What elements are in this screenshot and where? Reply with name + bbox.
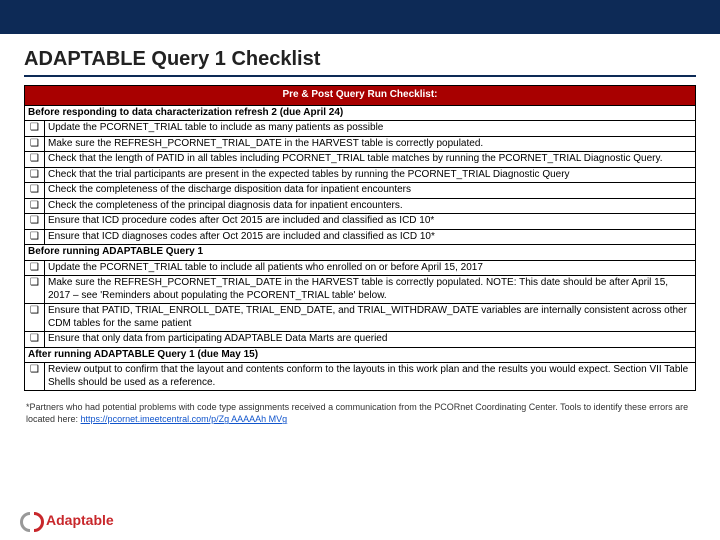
item-text: Ensure that only data from participating…	[45, 332, 696, 348]
checkbox-icon: ❑	[25, 183, 45, 199]
checklist-item: ❑Check the completeness of the principal…	[25, 198, 696, 214]
checkbox-icon: ❑	[25, 167, 45, 183]
section-label: Before running ADAPTABLE Query 1	[25, 245, 696, 261]
item-text: Check that the length of PATID in all ta…	[45, 152, 696, 168]
checklist-item: ❑Make sure the REFRESH_PCORNET_TRIAL_DAT…	[25, 136, 696, 152]
item-text: Update the PCORNET_TRIAL table to includ…	[45, 121, 696, 137]
top-bar	[0, 0, 720, 34]
section-label: Before responding to data characterizati…	[25, 105, 696, 121]
checklist-item: ❑Ensure that ICD procedure codes after O…	[25, 214, 696, 230]
checklist-item: ❑Ensure that only data from participatin…	[25, 332, 696, 348]
checklist-item: ❑Update the PCORNET_TRIAL table to inclu…	[25, 260, 696, 276]
table-header-row: Pre & Post Query Run Checklist:	[25, 86, 696, 106]
page-title: ADAPTABLE Query 1 Checklist	[24, 48, 696, 77]
checkbox-icon: ❑	[25, 276, 45, 304]
item-text: Make sure the REFRESH_PCORNET_TRIAL_DATE…	[45, 136, 696, 152]
checkbox-icon: ❑	[25, 214, 45, 230]
checkbox-icon: ❑	[25, 121, 45, 137]
adaptable-logo-icon	[20, 510, 40, 530]
item-text: Make sure the REFRESH_PCORNET_TRIAL_DATE…	[45, 276, 696, 304]
item-text: Check the completeness of the discharge …	[45, 183, 696, 199]
checkbox-icon: ❑	[25, 332, 45, 348]
section-label: After running ADAPTABLE Query 1 (due May…	[25, 347, 696, 363]
checkbox-icon: ❑	[25, 363, 45, 391]
footer: Adaptable	[20, 510, 114, 530]
brand-name: Adaptable	[46, 512, 114, 528]
checklist-table: Pre & Post Query Run Checklist: Before r…	[24, 85, 696, 391]
section-row: After running ADAPTABLE Query 1 (due May…	[25, 347, 696, 363]
checkbox-icon: ❑	[25, 198, 45, 214]
checkbox-icon: ❑	[25, 136, 45, 152]
footnote: *Partners who had potential problems wit…	[24, 401, 696, 425]
item-text: Ensure that PATID, TRIAL_ENROLL_DATE, TR…	[45, 304, 696, 332]
checklist-item: ❑Check that the trial participants are p…	[25, 167, 696, 183]
section-row: Before responding to data characterizati…	[25, 105, 696, 121]
item-text: Review output to confirm that the layout…	[45, 363, 696, 391]
item-text: Update the PCORNET_TRIAL table to includ…	[45, 260, 696, 276]
item-text: Check that the trial participants are pr…	[45, 167, 696, 183]
checkbox-icon: ❑	[25, 229, 45, 245]
table-header-cell: Pre & Post Query Run Checklist:	[25, 86, 696, 106]
checklist-item: ❑Check that the length of PATID in all t…	[25, 152, 696, 168]
checklist-item: ❑Review output to confirm that the layou…	[25, 363, 696, 391]
checkbox-icon: ❑	[25, 260, 45, 276]
section-row: Before running ADAPTABLE Query 1	[25, 245, 696, 261]
checklist-item: ❑Make sure the REFRESH_PCORNET_TRIAL_DAT…	[25, 276, 696, 304]
item-text: Check the completeness of the principal …	[45, 198, 696, 214]
checkbox-icon: ❑	[25, 304, 45, 332]
item-text: Ensure that ICD diagnoses codes after Oc…	[45, 229, 696, 245]
checklist-item: ❑Update the PCORNET_TRIAL table to inclu…	[25, 121, 696, 137]
checkbox-icon: ❑	[25, 152, 45, 168]
footnote-link[interactable]: https://pcornet.imeetcentral.com/p/Zg AA…	[81, 414, 288, 424]
item-text: Ensure that ICD procedure codes after Oc…	[45, 214, 696, 230]
checklist-item: ❑Ensure that PATID, TRIAL_ENROLL_DATE, T…	[25, 304, 696, 332]
checklist-item: ❑Ensure that ICD diagnoses codes after O…	[25, 229, 696, 245]
content-area: ADAPTABLE Query 1 Checklist Pre & Post Q…	[0, 34, 720, 425]
checklist-item: ❑Check the completeness of the discharge…	[25, 183, 696, 199]
